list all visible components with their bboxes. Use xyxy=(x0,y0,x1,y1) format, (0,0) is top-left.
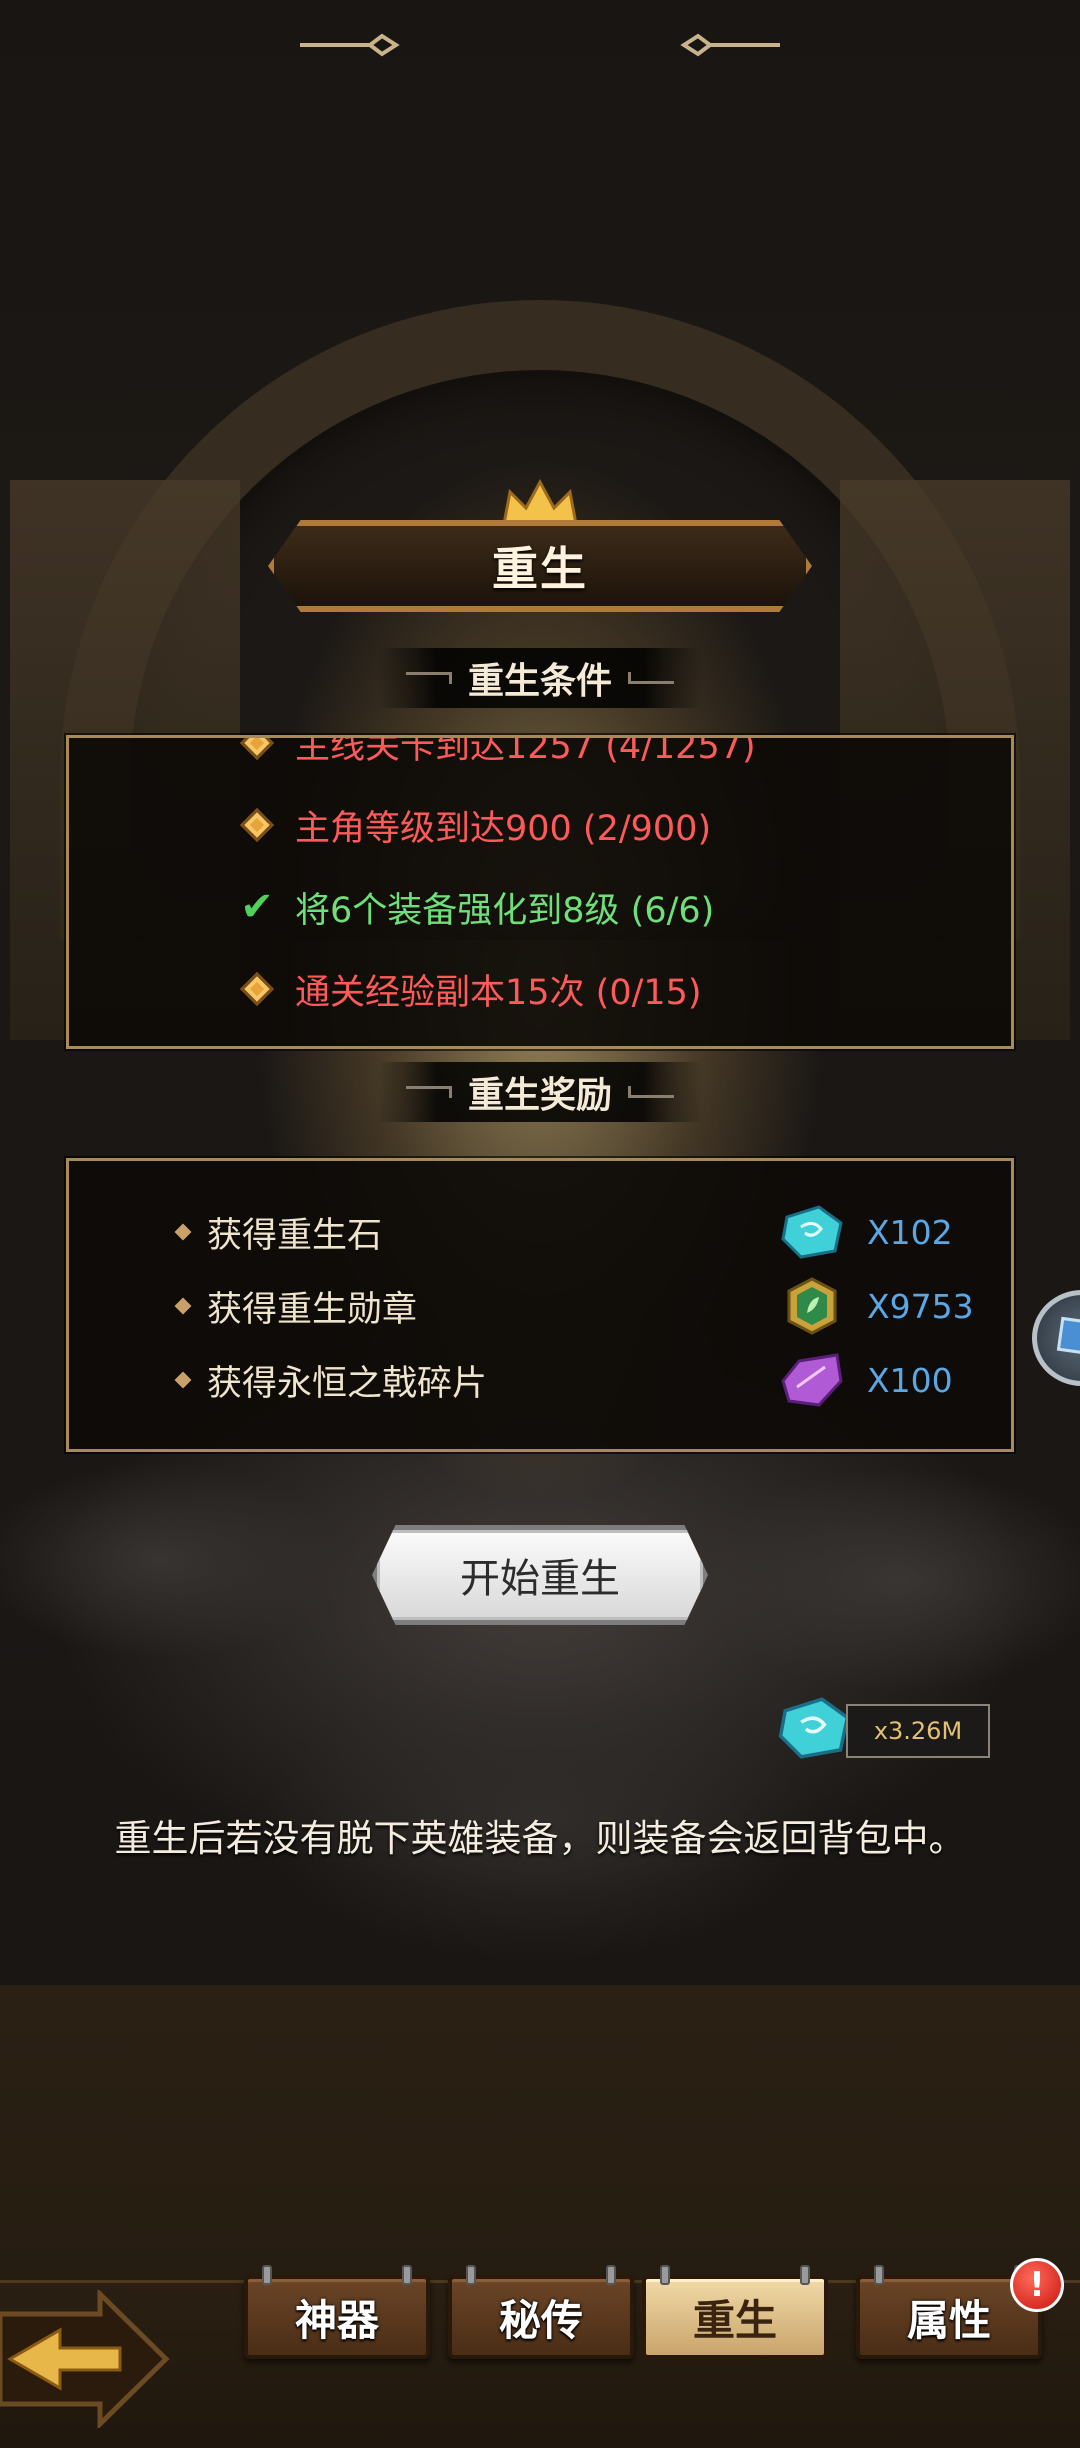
tab-secret[interactable]: 秘传 xyxy=(448,2265,634,2359)
bullet-icon xyxy=(174,1371,192,1389)
condition-row: ✔ 将6个装备强化到8级 (6/6) xyxy=(69,866,1011,948)
start-rebirth-label: 开始重生 xyxy=(460,1556,620,1602)
bullet-icon xyxy=(174,1223,192,1241)
bullet-icon xyxy=(174,1297,192,1315)
start-rebirth-button[interactable]: 开始重生 xyxy=(372,1525,708,1625)
nail xyxy=(262,2265,272,2285)
eternal-halberd-shard-icon[interactable] xyxy=(779,1351,845,1409)
reward-row: 获得重生勋章 X9753 xyxy=(69,1269,1011,1343)
page-title: 重生 xyxy=(492,542,588,596)
rewards-header: 重生奖励 xyxy=(378,1062,702,1122)
conditions-panel[interactable]: 主线关卡到达1257 (4/1257) 主角等级到达900 (2/900) ✔ … xyxy=(66,735,1014,1049)
tab-label: 神器 xyxy=(294,2295,379,2345)
rebirth-stone-icon xyxy=(778,1697,850,1759)
tab-label: 重生 xyxy=(692,2295,777,2345)
diamond-icon xyxy=(237,805,277,845)
reward-label: 获得重生石 xyxy=(207,1215,383,1256)
conditions-header-label: 重生条件 xyxy=(467,661,612,702)
reward-quantity: X102 xyxy=(867,1212,953,1252)
nail xyxy=(606,2265,616,2285)
diamond-icon xyxy=(237,738,277,763)
check-icon: ✔ xyxy=(240,884,274,930)
back-arrow-icon[interactable] xyxy=(0,2290,170,2428)
tab-label: 秘传 xyxy=(498,2295,583,2345)
tab-artifact[interactable]: 神器 xyxy=(244,2265,430,2359)
nail xyxy=(402,2265,412,2285)
currency-amount: x3.26M xyxy=(873,1717,963,1745)
nail xyxy=(800,2265,810,2285)
reward-row: 获得永恒之戟碎片 X100 xyxy=(69,1343,1011,1417)
rebirth-medal-icon[interactable] xyxy=(779,1277,845,1335)
header-dash-right xyxy=(628,672,674,684)
condition-row: 主角等级到达900 (2/900) xyxy=(69,784,1011,866)
reward-label: 获得永恒之戟碎片 xyxy=(207,1363,488,1404)
cube-icon xyxy=(1056,1316,1080,1356)
condition-text: 通关经验副本15次 (0/15) xyxy=(295,972,702,1013)
badge-label: ! xyxy=(1029,2265,1045,2305)
reward-quantity: X100 xyxy=(867,1360,953,1400)
notification-badge: ! xyxy=(1010,2258,1064,2312)
currency-amount-box: x3.26M xyxy=(846,1704,990,1758)
ornament-right-icon xyxy=(680,33,780,57)
diamond-icon xyxy=(237,969,277,1009)
rebirth-note: 重生后若没有脱下英雄装备，则装备会返回背包中。 xyxy=(114,1817,966,1860)
nail xyxy=(660,2265,670,2285)
condition-text: 主线关卡到达1257 (4/1257) xyxy=(295,735,756,767)
condition-text: 将6个装备强化到8级 (6/6) xyxy=(295,890,715,931)
tab-rebirth[interactable]: 重生 xyxy=(642,2265,828,2359)
reward-label: 获得重生勋章 xyxy=(207,1289,418,1330)
conditions-list: 主线关卡到达1257 (4/1257) 主角等级到达900 (2/900) ✔ … xyxy=(69,735,1011,1030)
header-dash-left xyxy=(405,1086,452,1098)
nail xyxy=(874,2265,884,2285)
condition-text: 主角等级到达900 (2/900) xyxy=(295,808,712,849)
header-dash-right xyxy=(628,1086,674,1098)
header-dash-left xyxy=(405,672,452,684)
rewards-panel: 获得重生石 X102 获得重生勋章 X9753 获得永恒之戟碎片 X100 xyxy=(66,1158,1014,1452)
conditions-header: 重生条件 xyxy=(378,648,702,708)
title-banner: 重生 xyxy=(268,520,812,612)
reward-row: 获得重生石 X102 xyxy=(69,1195,1011,1269)
ornament-left-icon xyxy=(300,33,400,57)
condition-row: 通关经验副本15次 (0/15) xyxy=(69,948,1011,1030)
condition-row: 主线关卡到达1257 (4/1257) xyxy=(69,735,1011,784)
nail xyxy=(466,2265,476,2285)
rebirth-stone-icon[interactable] xyxy=(779,1203,845,1261)
rewards-header-label: 重生奖励 xyxy=(467,1075,612,1116)
tab-label: 属性 xyxy=(906,2295,991,2345)
reward-quantity: X9753 xyxy=(867,1286,974,1326)
